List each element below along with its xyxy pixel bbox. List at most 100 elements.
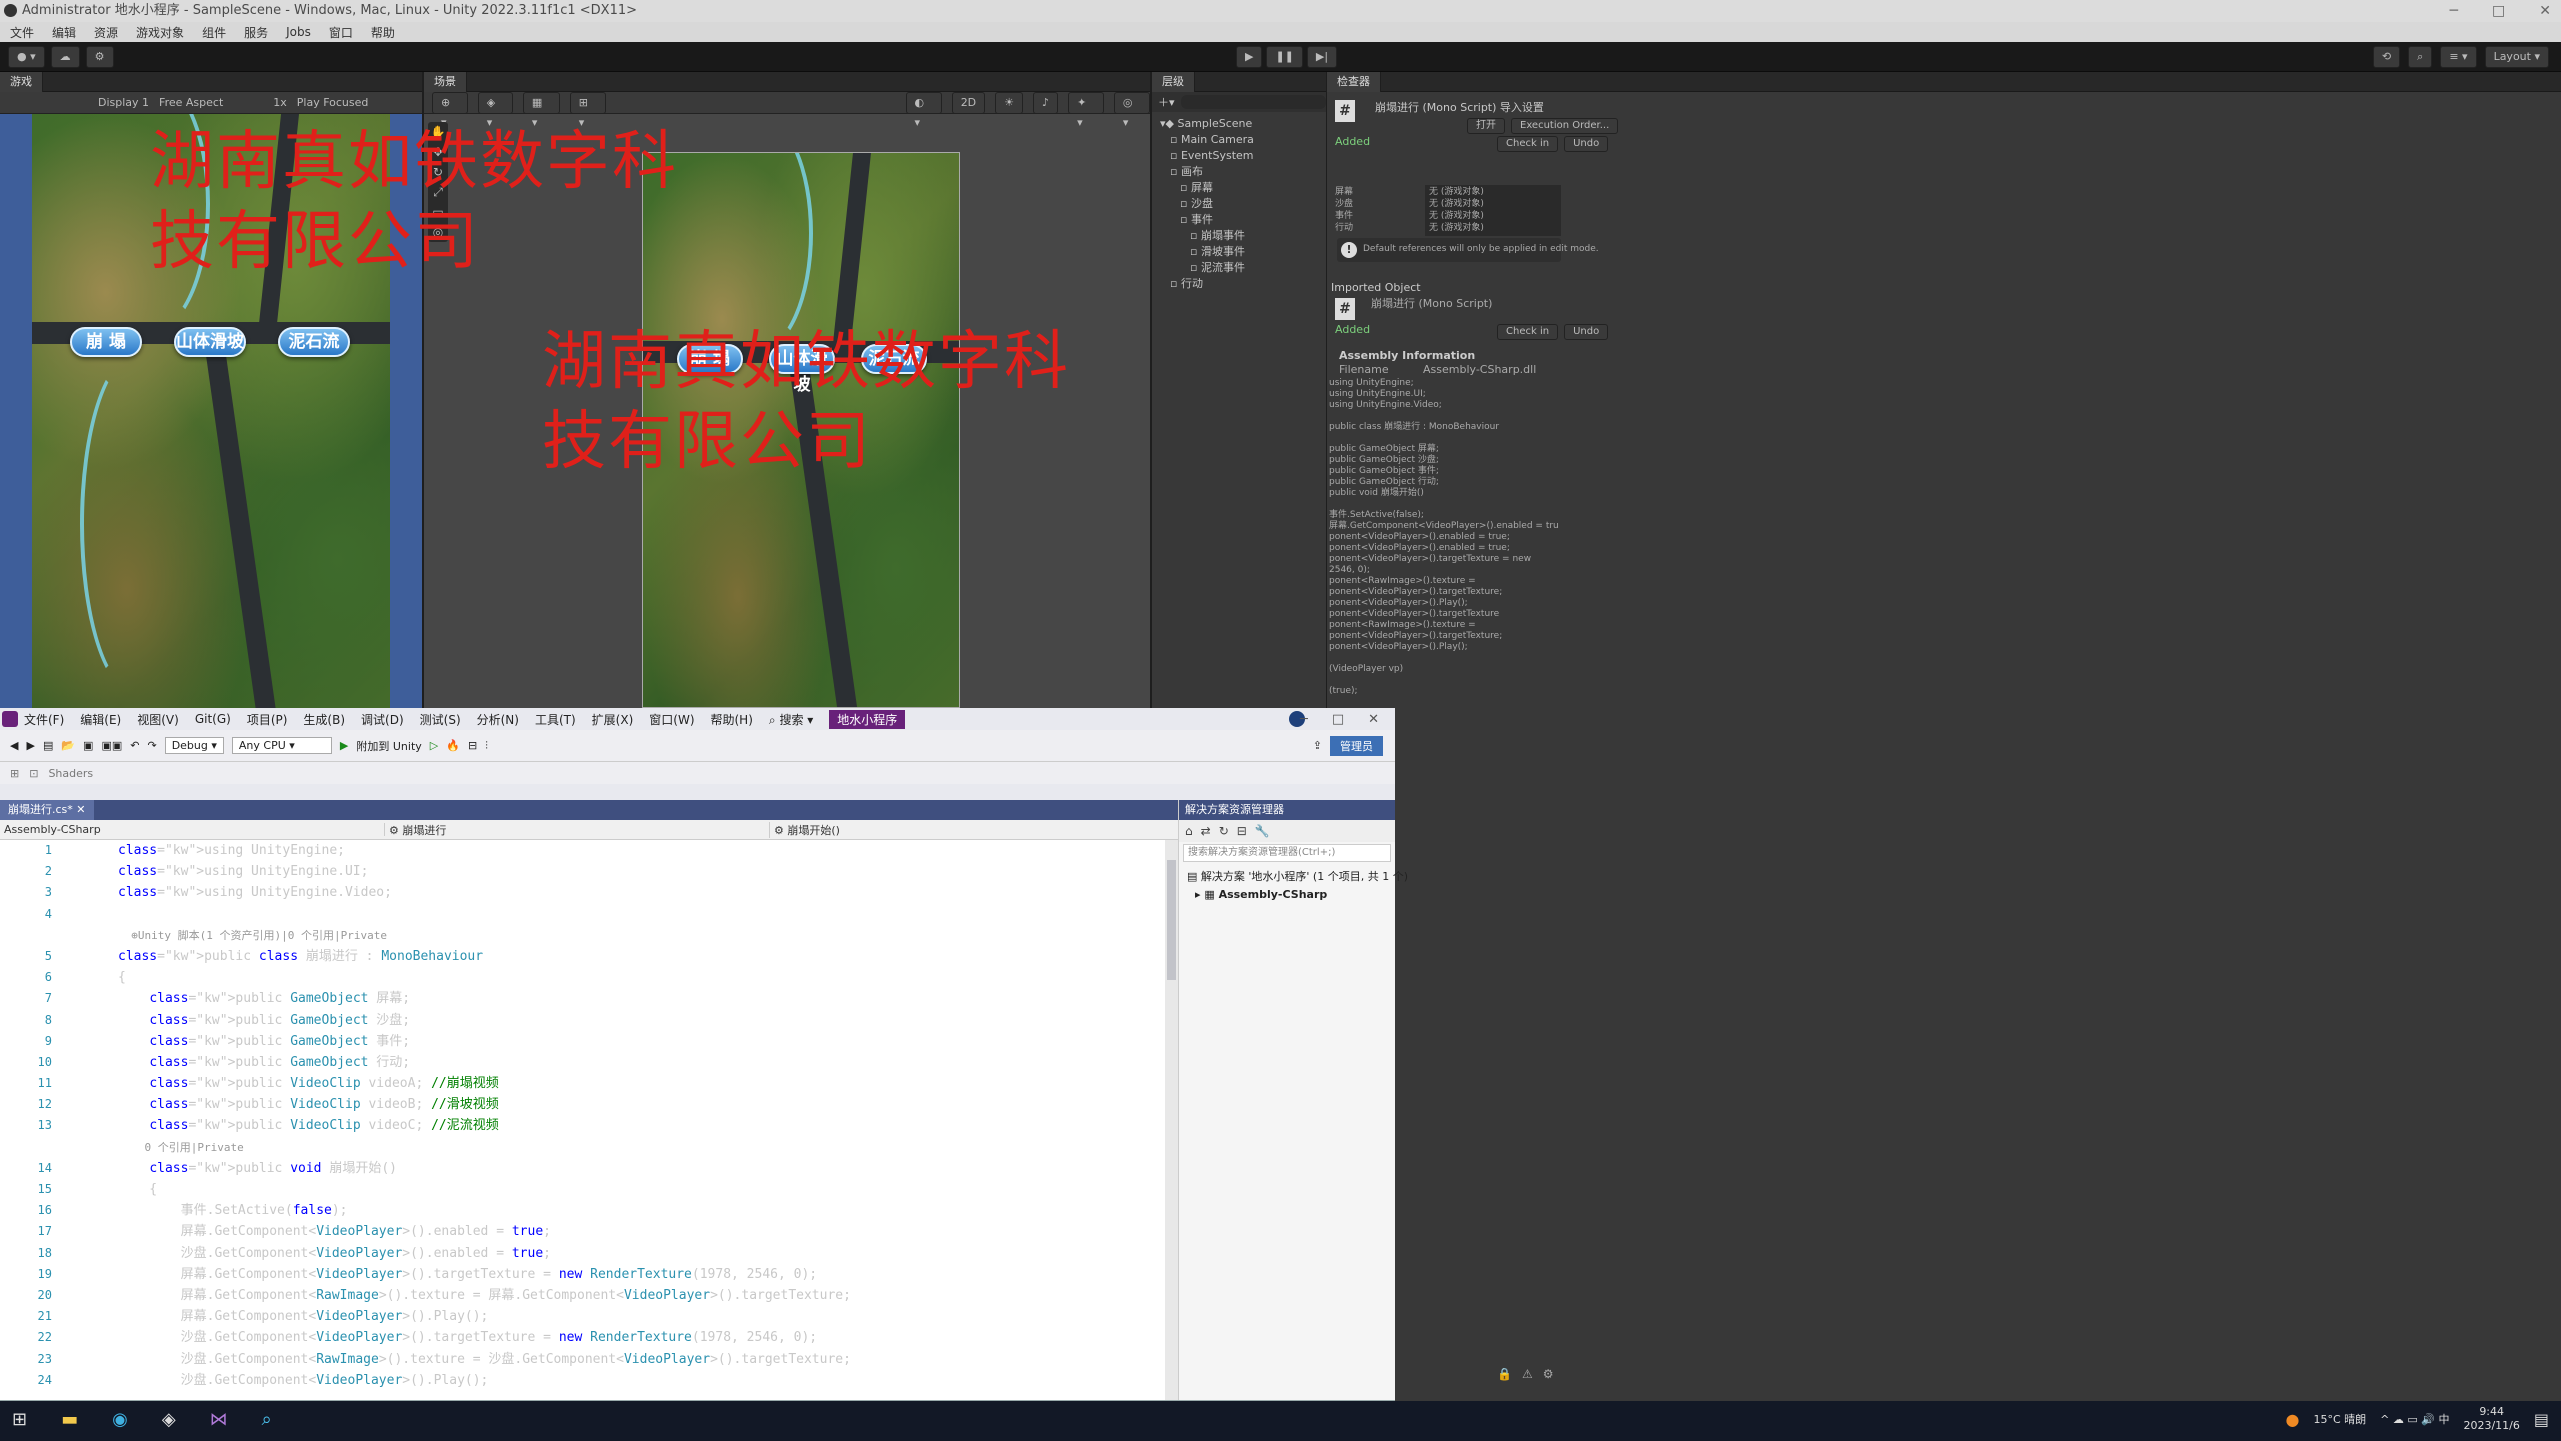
back-icon[interactable]: ◀ bbox=[10, 739, 18, 752]
display-dropdown[interactable]: Display 1 bbox=[98, 96, 149, 109]
run-icon[interactable]: ▷ bbox=[430, 739, 438, 752]
clock[interactable]: 9:44 2023/11/6 bbox=[2463, 1405, 2519, 1433]
weather-icon[interactable]: ● bbox=[2286, 1410, 2300, 1429]
menu-item[interactable]: 窗口(W) bbox=[649, 711, 694, 728]
account-button[interactable]: ● ▾ bbox=[8, 46, 45, 68]
code-line[interactable]: 16 事件.SetActive(false); bbox=[0, 1200, 1165, 1221]
settings-icon[interactable]: ⚙ bbox=[1543, 1367, 1554, 1381]
menu-item[interactable]: 资源 bbox=[94, 24, 118, 41]
home-icon[interactable]: ⌂ bbox=[1185, 824, 1193, 838]
config-dropdown[interactable]: Debug ▾ bbox=[164, 737, 224, 754]
maximize-icon[interactable]: □ bbox=[2492, 3, 2505, 19]
hierarchy-item[interactable]: ▫ 崩塌事件 bbox=[1152, 228, 1326, 244]
menu-item[interactable]: 生成(B) bbox=[303, 711, 345, 728]
undo-icon[interactable]: ↶ bbox=[130, 739, 139, 752]
layers-dropdown[interactable]: ≡ ▾ bbox=[2440, 46, 2477, 68]
landslide-button[interactable]: 山体滑坡 bbox=[174, 327, 246, 357]
bookmark-icon[interactable]: ⊟ bbox=[468, 739, 477, 752]
play-button[interactable]: ▶ bbox=[1236, 46, 1263, 68]
tab-file[interactable]: 崩塌进行.cs* ✕ bbox=[0, 800, 94, 820]
save-icon[interactable]: ▣ bbox=[83, 739, 93, 752]
visual-studio-icon[interactable]: ⋈ bbox=[210, 1409, 228, 1430]
code-line[interactable]: 17 屏幕.GetComponent<VideoPlayer>().enable… bbox=[0, 1221, 1165, 1242]
collab-icon[interactable]: ⚙ bbox=[85, 46, 114, 68]
global-dropdown[interactable]: ◈ ▾ bbox=[477, 91, 513, 129]
code-line[interactable]: 19 屏幕.GetComponent<VideoPlayer>().target… bbox=[0, 1264, 1165, 1285]
collapse-button[interactable]: 崩 塌 bbox=[70, 327, 142, 357]
undo-button[interactable]: Undo bbox=[1564, 136, 1609, 152]
code-editor[interactable]: 1 class="kw">using UnityEngine; 2 class="kw… bbox=[0, 840, 1165, 1400]
solution-project[interactable]: ▸ ▦ Assembly-CSharp bbox=[1179, 888, 1395, 901]
menu-item[interactable]: 视图(V) bbox=[137, 711, 179, 728]
edge-icon[interactable]: ◉ bbox=[112, 1409, 128, 1430]
tab-hierarchy[interactable]: 层级 bbox=[1152, 71, 1195, 92]
hierarchy-item[interactable]: ▫ 行动 bbox=[1152, 276, 1326, 292]
check-in-button[interactable]: Check in bbox=[1497, 324, 1559, 340]
collapse-icon[interactable]: ⊟ bbox=[1237, 824, 1247, 838]
code-line[interactable]: 10 class="kw">public GameObject 行动; bbox=[0, 1052, 1165, 1073]
menu-item[interactable]: 调试(D) bbox=[361, 711, 404, 728]
code-line[interactable]: 8 class="kw">public GameObject 沙盘; bbox=[0, 1010, 1165, 1031]
menu-item[interactable]: 编辑 bbox=[52, 24, 76, 41]
code-line[interactable]: 13 class="kw">public VideoClip videoC; /… bbox=[0, 1115, 1165, 1136]
lighting-icon[interactable]: ☀ bbox=[995, 91, 1024, 114]
tab-game[interactable]: 游戏 bbox=[0, 71, 43, 92]
hierarchy-item[interactable]: ▫ 画布 bbox=[1152, 164, 1326, 180]
2d-toggle[interactable]: 2D bbox=[951, 91, 986, 114]
attach-unity-button[interactable]: 附加到 Unity bbox=[356, 738, 421, 754]
menu-item[interactable]: 帮助(H) bbox=[711, 711, 753, 728]
shaders-label[interactable]: Shaders bbox=[48, 767, 93, 780]
code-line[interactable]: 24 沙盘.GetComponent<VideoPlayer>().Play()… bbox=[0, 1370, 1165, 1391]
code-line[interactable]: 22 沙盘.GetComponent<VideoPlayer>().target… bbox=[0, 1327, 1165, 1348]
pause-button[interactable]: ❚❚ bbox=[1266, 46, 1303, 68]
hierarchy-item[interactable]: ▫ 屏幕 bbox=[1152, 180, 1326, 196]
menu-item[interactable]: 文件 bbox=[10, 24, 34, 41]
hierarchy-item[interactable]: ▫ EventSystem bbox=[1152, 148, 1326, 164]
execution-order-button[interactable]: Execution Order... bbox=[1511, 118, 1619, 134]
menu-item[interactable]: 扩展(X) bbox=[592, 711, 634, 728]
hierarchy-item[interactable]: ▫ 泥流事件 bbox=[1152, 260, 1326, 276]
code-line[interactable]: 21 屏幕.GetComponent<VideoPlayer>().Play()… bbox=[0, 1306, 1165, 1327]
pivot-dropdown[interactable]: ⊕ ▾ bbox=[432, 91, 468, 129]
refresh-icon[interactable]: ↻ bbox=[1219, 824, 1229, 838]
check-in-button[interactable]: Check in bbox=[1497, 136, 1559, 152]
code-line[interactable]: 12 class="kw">public VideoClip videoB; /… bbox=[0, 1094, 1165, 1115]
hierarchy-item[interactable]: ▫ 事件 bbox=[1152, 212, 1326, 228]
hot-reload-icon[interactable]: 🔥 bbox=[446, 739, 460, 752]
shading-dropdown[interactable]: ◐ ▾ bbox=[905, 91, 942, 129]
code-line[interactable]: 3 class="kw">using UnityEngine.Video; bbox=[0, 882, 1165, 903]
layout-dropdown[interactable]: Layout ▾ bbox=[2484, 46, 2549, 68]
nav-member-dropdown[interactable]: ⚙ 崩塌开始() bbox=[770, 822, 1178, 838]
minimize-icon[interactable]: ─ bbox=[2450, 3, 2458, 19]
menu-item[interactable]: 项目(P) bbox=[247, 711, 288, 728]
cloud-icon[interactable]: ☁ bbox=[50, 46, 80, 68]
code-line[interactable]: ⊕Unity 脚本(1 个资产引用)|0 个引用|Private bbox=[0, 925, 1165, 946]
redo-icon[interactable]: ↷ bbox=[147, 739, 156, 752]
solution-search-input[interactable]: 搜索解决方案资源管理器(Ctrl+;) bbox=[1183, 844, 1391, 862]
history-icon[interactable]: ⟲ bbox=[2372, 46, 2401, 68]
notification-icon[interactable]: ▤ bbox=[2534, 1410, 2549, 1429]
search-icon[interactable]: ⌕ bbox=[2408, 46, 2433, 68]
menu-item[interactable]: 工具(T) bbox=[535, 711, 576, 728]
gizmos-dropdown[interactable]: ◎ ▾ bbox=[1113, 91, 1150, 129]
menu-item[interactable]: 测试(S) bbox=[420, 711, 461, 728]
debris-flow-button[interactable]: 泥石流 bbox=[278, 327, 350, 357]
code-line[interactable]: 18 沙盘.GetComponent<VideoPlayer>().enable… bbox=[0, 1243, 1165, 1264]
maximize-icon[interactable]: □ bbox=[1332, 712, 1344, 727]
platform-dropdown[interactable]: Any CPU ▾ bbox=[231, 737, 332, 754]
grid-icon[interactable]: ▦ ▾ bbox=[522, 91, 560, 129]
search-app-icon[interactable]: ⌕ bbox=[262, 1409, 272, 1430]
weather-text[interactable]: 15°C 晴朗 bbox=[2313, 1411, 2366, 1427]
code-line[interactable]: 7 class="kw">public GameObject 屏幕; bbox=[0, 988, 1165, 1009]
menu-item[interactable]: 服务 bbox=[244, 24, 268, 41]
hierarchy-search[interactable] bbox=[1180, 95, 1326, 109]
add-icon[interactable]: ＋▾ bbox=[1158, 94, 1175, 110]
undo-button[interactable]: Undo bbox=[1564, 324, 1609, 340]
new-file-icon[interactable]: ▤ bbox=[43, 739, 53, 752]
tab-scene[interactable]: 场景 bbox=[424, 71, 467, 92]
object-field-value[interactable]: 无 (游戏对象) bbox=[1425, 220, 1561, 236]
menu-item[interactable]: Git(G) bbox=[195, 712, 231, 726]
search-box[interactable]: ⌕ 搜索 ▾ bbox=[769, 711, 813, 728]
properties-icon[interactable]: 🔧 bbox=[1255, 824, 1270, 838]
toolbar-icon[interactable]: ⊞ bbox=[10, 767, 19, 780]
